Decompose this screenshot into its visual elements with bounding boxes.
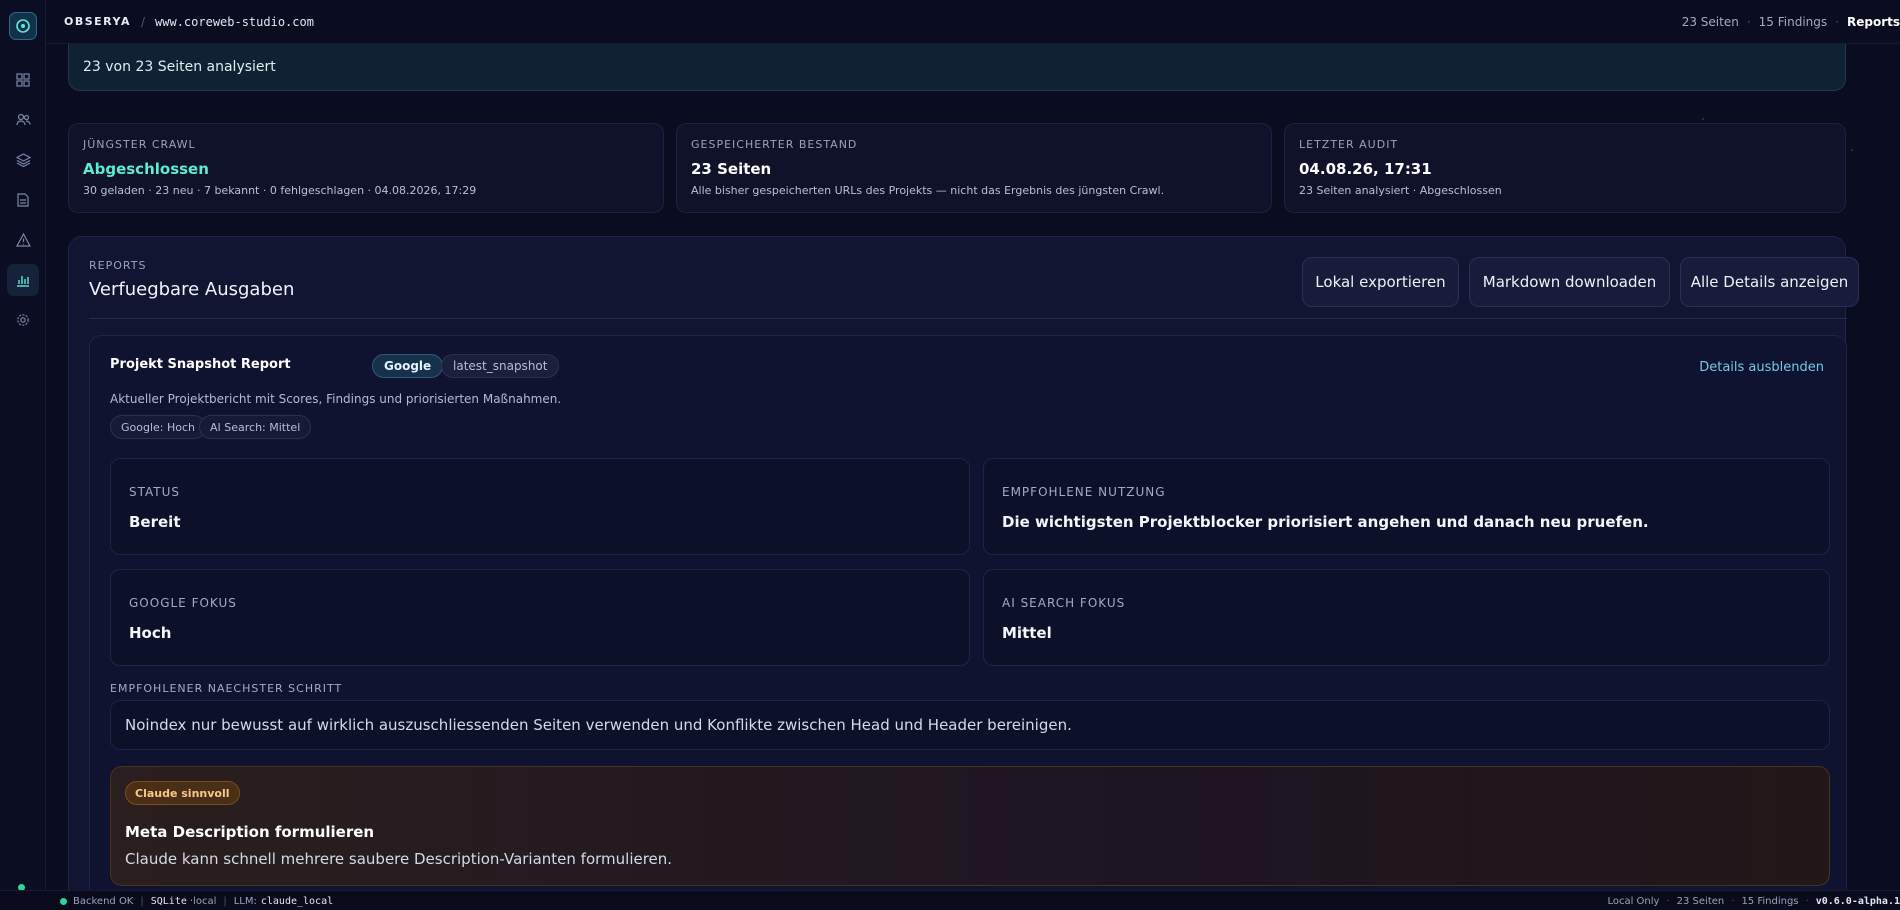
db-name: SQLite [150, 895, 187, 907]
status-findings: 15 Findings [1741, 895, 1799, 907]
info-value: Die wichtigsten Projektblocker priorisie… [1002, 513, 1649, 531]
info-label: STATUS [129, 485, 181, 499]
reports-label: REPORTS [89, 259, 147, 272]
report-title: Projekt Snapshot Report [110, 357, 291, 372]
target-icon[interactable] [9, 12, 37, 40]
llm-label: LLM: [233, 895, 257, 907]
stat-sub: 30 geladen · 23 neu · 7 bekannt · 0 fehl… [83, 184, 477, 197]
topbar: OBSERYA / www.coreweb-studio.com 23 Seit… [46, 0, 1900, 44]
chip-google: Google: Hoch [110, 415, 207, 439]
claude-suggestion: Claude sinnvoll Meta Description formuli… [110, 766, 1830, 886]
project-domain[interactable]: www.coreweb-studio.com [155, 15, 314, 29]
info-label: GOOGLE FOKUS [129, 596, 237, 610]
info-recommended-usage: EMPFOHLENE NUTZUNG Die wichtigsten Proje… [983, 458, 1830, 555]
document-icon[interactable] [7, 184, 39, 216]
backend-status: Backend OK [73, 895, 134, 907]
status-bar: Backend OK | SQLite ·local | LLM: claude… [0, 890, 1900, 910]
reports-panel: REPORTS Verfuegbare Ausgaben Lokal expor… [68, 236, 1859, 910]
reports-title: Verfuegbare Ausgaben [89, 279, 295, 300]
banner-text: 23 von 23 Seiten analysiert [83, 59, 276, 75]
hide-details-link[interactable]: Details ausblenden [1699, 360, 1824, 375]
next-step-box: Noindex nur bewusst auf wirklich auszusc… [110, 700, 1830, 750]
topbar-section[interactable]: Reports [1847, 15, 1900, 29]
claude-title: Meta Description formulieren [125, 823, 375, 841]
version-label: v0.6.0-alpha.1 [1815, 895, 1900, 907]
chart-icon[interactable] [7, 264, 39, 296]
mode-label: Local Only [1607, 895, 1660, 907]
next-step-label: EMPFOHLENER NAECHSTER SCHRITT [110, 682, 343, 695]
info-label: EMPFOHLENE NUTZUNG [1002, 485, 1166, 499]
status-pages: 23 Seiten [1676, 895, 1725, 907]
stat-sub: Alle bisher gespeicherten URLs des Proje… [691, 184, 1165, 197]
layers-icon[interactable] [7, 144, 39, 176]
app-brand: OBSERYA [64, 15, 131, 28]
info-status: STATUS Bereit [110, 458, 970, 555]
info-value: Hoch [129, 624, 172, 642]
info-google-focus: GOOGLE FOKUS Hoch [110, 569, 970, 666]
gear-icon[interactable] [7, 304, 39, 336]
divider [89, 318, 1847, 319]
topbar-findings: 15 Findings [1758, 15, 1828, 29]
markdown-download-button[interactable]: Markdown downloaden [1469, 257, 1670, 307]
tag-snapshot: latest_snapshot [441, 354, 560, 378]
snapshot-report-card: Projekt Snapshot Report Google latest_sn… [89, 335, 1847, 910]
stat-label: LETZTER AUDIT [1299, 138, 1399, 151]
grid-icon[interactable] [7, 64, 39, 96]
stat-value: Abgeschlossen [83, 160, 209, 178]
export-local-button[interactable]: Lokal exportieren [1302, 257, 1459, 307]
stat-card-inventory: GESPEICHERTER BESTAND 23 Seiten Alle bis… [676, 123, 1272, 213]
show-all-details-button[interactable]: Alle Details anzeigen [1680, 257, 1859, 307]
sidebar [0, 0, 46, 910]
info-value: Mittel [1002, 624, 1052, 642]
claude-text: Claude kann schnell mehrere saubere Desc… [125, 850, 673, 868]
db-mode: ·local [189, 895, 217, 907]
analysis-banner: 23 von 23 Seiten analysiert [68, 44, 1846, 91]
info-ai-search-focus: AI SEARCH FOKUS Mittel [983, 569, 1830, 666]
info-label: AI SEARCH FOKUS [1002, 596, 1126, 610]
tag-google: Google [372, 354, 444, 378]
warning-icon[interactable] [7, 224, 39, 256]
info-value: Bereit [129, 513, 181, 531]
backend-status-icon [60, 897, 67, 905]
claude-tag: Claude sinnvoll [125, 781, 240, 805]
stat-card-crawl: JÜNGSTER CRAWL Abgeschlossen 30 geladen … [68, 123, 664, 213]
topbar-pages: 23 Seiten [1681, 15, 1739, 29]
topbar-stats: 23 Seiten · 15 Findings · Reports [1681, 15, 1900, 29]
report-description: Aktueller Projektbericht mit Scores, Fin… [110, 392, 562, 406]
breadcrumb-separator: / [140, 14, 146, 29]
stat-value: 04.08.26, 17:31 [1299, 160, 1432, 178]
stat-card-audit: LETZTER AUDIT 04.08.26, 17:31 23 Seiten … [1284, 123, 1846, 213]
users-icon[interactable] [7, 104, 39, 136]
stat-label: GESPEICHERTER BESTAND [691, 138, 858, 151]
next-step-text: Noindex nur bewusst auf wirklich auszusc… [125, 716, 1072, 734]
stat-sub: 23 Seiten analysiert · Abgeschlossen [1299, 184, 1502, 197]
llm-name: claude_local [260, 895, 334, 907]
chip-ai-search: AI Search: Mittel [199, 415, 312, 439]
stat-label: JÜNGSTER CRAWL [83, 138, 196, 151]
stat-value: 23 Seiten [691, 160, 772, 178]
